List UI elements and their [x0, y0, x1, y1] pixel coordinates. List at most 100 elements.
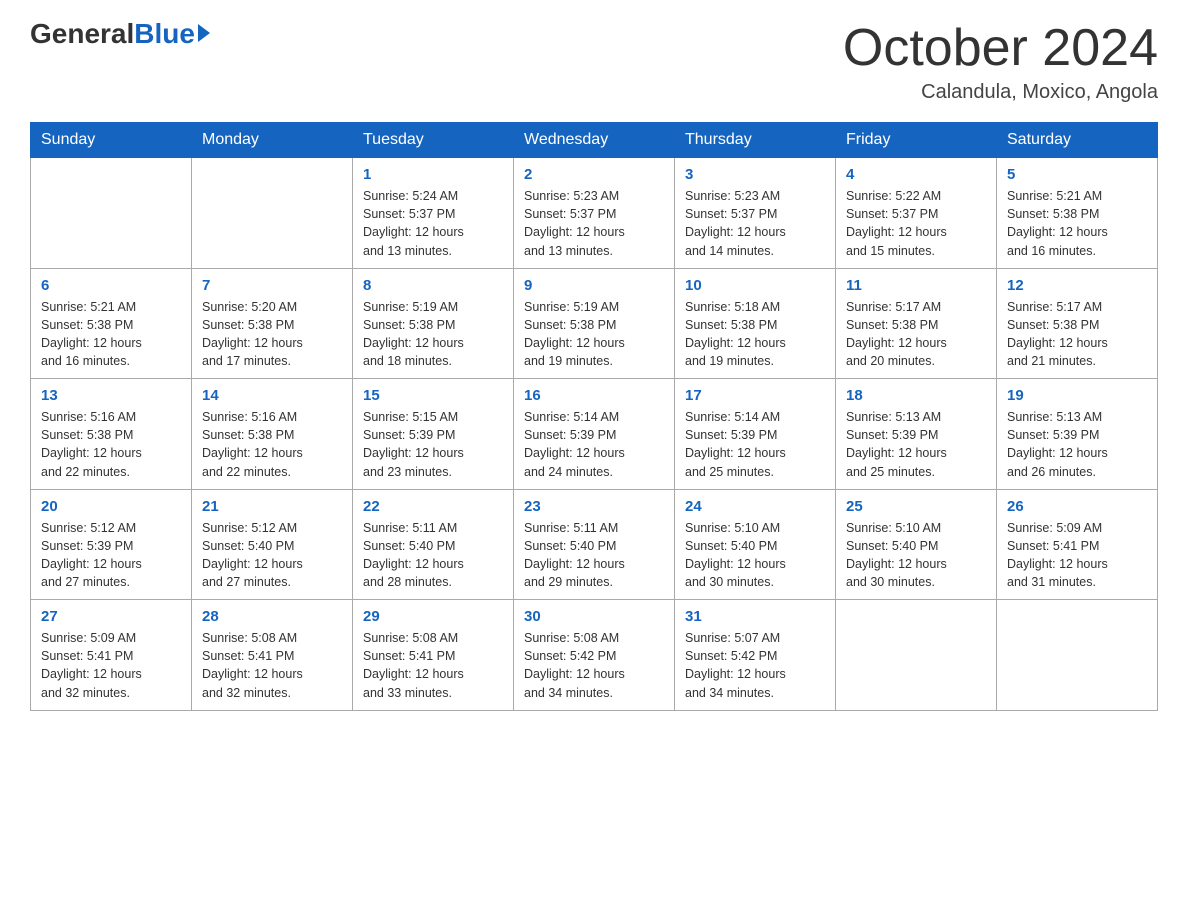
header-cell-saturday: Saturday — [997, 123, 1158, 158]
calendar-cell: 18 Sunrise: 5:13 AMSunset: 5:39 PMDayligh… — [836, 379, 997, 490]
calendar-cell: 2 Sunrise: 5:23 AMSunset: 5:37 PMDaylight… — [514, 158, 675, 269]
calendar-week-4: 20 Sunrise: 5:12 AMSunset: 5:39 PMDayligh… — [31, 489, 1158, 600]
day-info: Sunrise: 5:08 AMSunset: 5:41 PMDaylight:… — [202, 629, 342, 702]
logo: General Blue — [30, 20, 210, 48]
calendar-week-5: 27 Sunrise: 5:09 AMSunset: 5:41 PMDayligh… — [31, 600, 1158, 711]
day-info: Sunrise: 5:10 AMSunset: 5:40 PMDaylight:… — [685, 519, 825, 592]
day-info: Sunrise: 5:12 AMSunset: 5:39 PMDaylight:… — [41, 519, 181, 592]
header-cell-tuesday: Tuesday — [353, 123, 514, 158]
day-info: Sunrise: 5:24 AMSunset: 5:37 PMDaylight:… — [363, 187, 503, 260]
calendar-cell: 9 Sunrise: 5:19 AMSunset: 5:38 PMDaylight… — [514, 268, 675, 379]
day-number: 1 — [363, 166, 503, 183]
day-number: 14 — [202, 387, 342, 404]
calendar-cell — [836, 600, 997, 711]
day-info: Sunrise: 5:18 AMSunset: 5:38 PMDaylight:… — [685, 298, 825, 371]
day-info: Sunrise: 5:17 AMSunset: 5:38 PMDaylight:… — [1007, 298, 1147, 371]
day-info: Sunrise: 5:21 AMSunset: 5:38 PMDaylight:… — [41, 298, 181, 371]
day-info: Sunrise: 5:11 AMSunset: 5:40 PMDaylight:… — [524, 519, 664, 592]
day-number: 17 — [685, 387, 825, 404]
day-info: Sunrise: 5:10 AMSunset: 5:40 PMDaylight:… — [846, 519, 986, 592]
day-info: Sunrise: 5:23 AMSunset: 5:37 PMDaylight:… — [685, 187, 825, 260]
day-number: 29 — [363, 608, 503, 625]
header-cell-sunday: Sunday — [31, 123, 192, 158]
calendar-cell: 13 Sunrise: 5:16 AMSunset: 5:38 PMDayligh… — [31, 379, 192, 490]
calendar-cell — [192, 158, 353, 269]
day-info: Sunrise: 5:14 AMSunset: 5:39 PMDaylight:… — [524, 408, 664, 481]
logo-area: General Blue — [30, 20, 210, 48]
day-info: Sunrise: 5:09 AMSunset: 5:41 PMDaylight:… — [41, 629, 181, 702]
day-number: 26 — [1007, 498, 1147, 515]
calendar-body: 1 Sunrise: 5:24 AMSunset: 5:37 PMDaylight… — [31, 158, 1158, 711]
page-header: General Blue October 2024 Calandula, Mox… — [30, 20, 1158, 104]
day-number: 20 — [41, 498, 181, 515]
day-number: 19 — [1007, 387, 1147, 404]
day-number: 6 — [41, 277, 181, 294]
day-number: 9 — [524, 277, 664, 294]
day-number: 24 — [685, 498, 825, 515]
calendar-cell: 8 Sunrise: 5:19 AMSunset: 5:38 PMDaylight… — [353, 268, 514, 379]
header-row: SundayMondayTuesdayWednesdayThursdayFrid… — [31, 123, 1158, 158]
day-info: Sunrise: 5:13 AMSunset: 5:39 PMDaylight:… — [1007, 408, 1147, 481]
day-info: Sunrise: 5:13 AMSunset: 5:39 PMDaylight:… — [846, 408, 986, 481]
calendar-cell: 25 Sunrise: 5:10 AMSunset: 5:40 PMDayligh… — [836, 489, 997, 600]
calendar-cell: 26 Sunrise: 5:09 AMSunset: 5:41 PMDayligh… — [997, 489, 1158, 600]
calendar-cell: 27 Sunrise: 5:09 AMSunset: 5:41 PMDayligh… — [31, 600, 192, 711]
day-number: 3 — [685, 166, 825, 183]
logo-blue-text: Blue — [134, 20, 195, 48]
day-info: Sunrise: 5:16 AMSunset: 5:38 PMDaylight:… — [202, 408, 342, 481]
calendar-cell — [31, 158, 192, 269]
day-number: 18 — [846, 387, 986, 404]
calendar-cell: 11Sunrise: 5:17 AMSunset: 5:38 PMDayligh… — [836, 268, 997, 379]
day-number: 7 — [202, 277, 342, 294]
day-info: Sunrise: 5:20 AMSunset: 5:38 PMDaylight:… — [202, 298, 342, 371]
calendar-cell: 30Sunrise: 5:08 AMSunset: 5:42 PMDayligh… — [514, 600, 675, 711]
day-number: 2 — [524, 166, 664, 183]
calendar-week-3: 13 Sunrise: 5:16 AMSunset: 5:38 PMDayligh… — [31, 379, 1158, 490]
day-number: 13 — [41, 387, 181, 404]
logo-arrow-icon — [198, 24, 210, 42]
day-info: Sunrise: 5:19 AMSunset: 5:38 PMDaylight:… — [524, 298, 664, 371]
day-number: 12 — [1007, 277, 1147, 294]
day-info: Sunrise: 5:17 AMSunset: 5:38 PMDaylight:… — [846, 298, 986, 371]
day-info: Sunrise: 5:09 AMSunset: 5:41 PMDaylight:… — [1007, 519, 1147, 592]
day-info: Sunrise: 5:15 AMSunset: 5:39 PMDaylight:… — [363, 408, 503, 481]
calendar-table: SundayMondayTuesdayWednesdayThursdayFrid… — [30, 122, 1158, 711]
header-cell-friday: Friday — [836, 123, 997, 158]
day-number: 27 — [41, 608, 181, 625]
day-info: Sunrise: 5:08 AMSunset: 5:42 PMDaylight:… — [524, 629, 664, 702]
subtitle: Calandula, Moxico, Angola — [843, 81, 1158, 104]
day-number: 8 — [363, 277, 503, 294]
day-number: 4 — [846, 166, 986, 183]
calendar-cell: 14 Sunrise: 5:16 AMSunset: 5:38 PMDayligh… — [192, 379, 353, 490]
logo-blue-container: Blue — [134, 20, 210, 48]
day-info: Sunrise: 5:21 AMSunset: 5:38 PMDaylight:… — [1007, 187, 1147, 260]
day-number: 28 — [202, 608, 342, 625]
day-number: 21 — [202, 498, 342, 515]
day-info: Sunrise: 5:07 AMSunset: 5:42 PMDaylight:… — [685, 629, 825, 702]
day-info: Sunrise: 5:11 AMSunset: 5:40 PMDaylight:… — [363, 519, 503, 592]
day-number: 22 — [363, 498, 503, 515]
calendar-cell: 21 Sunrise: 5:12 AMSunset: 5:40 PMDayligh… — [192, 489, 353, 600]
day-number: 23 — [524, 498, 664, 515]
calendar-cell: 17Sunrise: 5:14 AMSunset: 5:39 PMDayligh… — [675, 379, 836, 490]
calendar-cell: 1 Sunrise: 5:24 AMSunset: 5:37 PMDaylight… — [353, 158, 514, 269]
calendar-header: SundayMondayTuesdayWednesdayThursdayFrid… — [31, 123, 1158, 158]
day-info: Sunrise: 5:22 AMSunset: 5:37 PMDaylight:… — [846, 187, 986, 260]
calendar-cell: 29Sunrise: 5:08 AMSunset: 5:41 PMDayligh… — [353, 600, 514, 711]
day-info: Sunrise: 5:12 AMSunset: 5:40 PMDaylight:… — [202, 519, 342, 592]
day-info: Sunrise: 5:16 AMSunset: 5:38 PMDaylight:… — [41, 408, 181, 481]
calendar-cell: 10 Sunrise: 5:18 AMSunset: 5:38 PMDayligh… — [675, 268, 836, 379]
header-cell-monday: Monday — [192, 123, 353, 158]
day-number: 25 — [846, 498, 986, 515]
calendar-cell: 24 Sunrise: 5:10 AMSunset: 5:40 PMDayligh… — [675, 489, 836, 600]
day-info: Sunrise: 5:23 AMSunset: 5:37 PMDaylight:… — [524, 187, 664, 260]
main-title: October 2024 — [843, 20, 1158, 77]
calendar-cell: 19 Sunrise: 5:13 AMSunset: 5:39 PMDayligh… — [997, 379, 1158, 490]
calendar-cell: 20 Sunrise: 5:12 AMSunset: 5:39 PMDayligh… — [31, 489, 192, 600]
day-info: Sunrise: 5:19 AMSunset: 5:38 PMDaylight:… — [363, 298, 503, 371]
calendar-cell: 7 Sunrise: 5:20 AMSunset: 5:38 PMDaylight… — [192, 268, 353, 379]
day-number: 10 — [685, 277, 825, 294]
calendar-cell: 4 Sunrise: 5:22 AMSunset: 5:37 PMDaylight… — [836, 158, 997, 269]
day-number: 5 — [1007, 166, 1147, 183]
header-cell-wednesday: Wednesday — [514, 123, 675, 158]
